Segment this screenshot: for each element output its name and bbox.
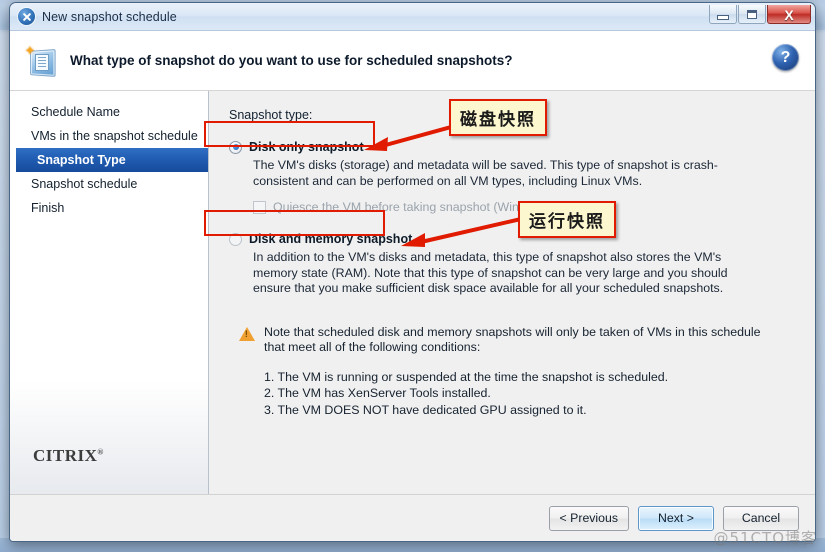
warning-triangle-icon <box>239 326 255 341</box>
dialog-footer: < Previous Next > Cancel <box>10 494 815 541</box>
next-button-label: Next > <box>658 511 694 525</box>
annotation-arrow-disk-and-memory <box>401 217 522 247</box>
radio-disk-only-icon[interactable] <box>229 140 242 154</box>
page-title: What type of snapshot do you want to use… <box>70 53 513 68</box>
annotation-running-snapshot: 运行快照 <box>518 201 616 238</box>
next-button[interactable]: Next > <box>638 505 714 531</box>
schedule-note: Note that scheduled disk and memory snap… <box>239 325 797 419</box>
radio-disk-and-memory-icon[interactable] <box>229 232 242 246</box>
sidebar-item-schedule-name[interactable]: Schedule Name <box>10 100 208 124</box>
window-controls: X <box>709 5 811 24</box>
citrix-logo-mark: ® <box>97 447 104 457</box>
previous-button-label: < Previous <box>559 511 618 525</box>
minimize-button[interactable] <box>709 5 737 24</box>
note-conditions: 1. The VM is running or suspended at the… <box>264 369 764 419</box>
sidebar-item-snapshot-schedule[interactable]: Snapshot schedule <box>10 172 208 196</box>
note-condition-1: 1. The VM is running or suspended at the… <box>264 369 669 384</box>
dialog-header: ✦ What type of snapshot do you want to u… <box>10 31 815 91</box>
disk-and-memory-snapshot-description: In addition to the VM's disks and metada… <box>253 250 728 295</box>
snapshot-icon: ✦ <box>24 44 58 77</box>
cancel-button-label: Cancel <box>741 511 781 525</box>
annotation-disk-snapshot: 磁盘快照 <box>449 99 547 136</box>
note-text: Note that scheduled disk and memory snap… <box>264 324 761 355</box>
dialog-title-bar: New snapshot schedule X <box>10 3 815 31</box>
screen: New snapshot schedule X ✦ What type of s… <box>0 0 825 552</box>
wizard-steps-sidebar: Schedule Name VMs in the snapshot schedu… <box>10 91 209 494</box>
close-icon: X <box>784 6 794 23</box>
quiesce-checkbox-icon[interactable] <box>253 200 266 214</box>
note-condition-3: 3. The VM DOES NOT have dedicated GPU as… <box>264 402 587 417</box>
help-icon[interactable]: ? <box>772 44 799 71</box>
previous-button[interactable]: < Previous <box>548 505 629 531</box>
sidebar-item-finish[interactable]: Finish <box>10 196 208 220</box>
disk-only-snapshot-description: The VM's disks (storage) and metadata wi… <box>253 158 718 188</box>
dialog-title: New snapshot schedule <box>42 9 177 24</box>
snapshot-type-content: Snapshot type: Disk only snapshot The VM… <box>204 91 815 494</box>
close-button[interactable]: X <box>767 5 811 24</box>
minimize-icon <box>717 14 729 20</box>
maximize-icon <box>747 9 757 19</box>
sidebar-item-snapshot-type[interactable]: Snapshot Type <box>16 148 208 172</box>
citrix-logo-text: CITRIX <box>33 446 98 465</box>
note-condition-2: 2. The VM has XenServer Tools installed. <box>264 386 491 400</box>
close-x-circle-icon <box>18 8 35 25</box>
new-snapshot-schedule-dialog: New snapshot schedule X ✦ What type of s… <box>9 2 816 542</box>
watermark: @51CTO博客 <box>713 529 817 547</box>
sidebar-item-vms-in-schedule[interactable]: VMs in the snapshot schedule <box>10 124 208 148</box>
quiesce-checkbox-label: Quiesce the VM before taking snapshot (W… <box>273 200 533 214</box>
maximize-button[interactable] <box>738 5 766 24</box>
disk-and-memory-snapshot-label: Disk and memory snapshot <box>249 232 413 246</box>
disk-only-snapshot-option[interactable]: Disk only snapshot <box>229 140 797 154</box>
citrix-logo: CITRIX® <box>33 446 104 466</box>
disk-only-snapshot-label: Disk only snapshot <box>249 140 364 154</box>
